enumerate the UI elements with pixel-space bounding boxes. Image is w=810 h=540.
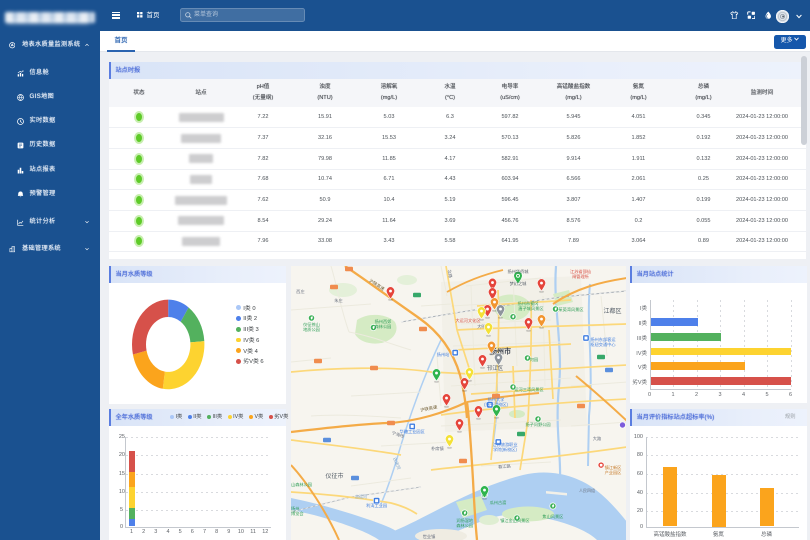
svg-text:江都区: 江都区 (603, 307, 621, 315)
svg-text:吉运河: 吉运河 (355, 493, 367, 499)
svg-text:扬子问野公园: 扬子问野公园 (525, 421, 550, 428)
svg-text:朱庄: 朱庄 (334, 297, 342, 304)
svg-text:大路: 大路 (592, 435, 601, 442)
svg-text:产业园区: 产业园区 (604, 469, 621, 476)
svg-text:何园: 何园 (529, 356, 537, 363)
svg-text:大运河文化区: 大运河文化区 (455, 317, 480, 324)
svg-text:镇江金山风景区: 镇江金山风景区 (500, 517, 529, 524)
svg-text:朴席镇: 朴席镇 (431, 445, 444, 452)
svg-text:地质公园: 地质公园 (303, 326, 320, 333)
svg-text:枢纽交通中心: 枢纽交通中心 (590, 341, 616, 348)
svg-text:邗江区: 邗江区 (486, 364, 503, 372)
svg-text:博览会: 博览会 (291, 510, 304, 517)
svg-text:学院(新校区): 学院(新校区) (493, 446, 517, 453)
svg-text:瓜州古渡: 瓜州古渡 (489, 499, 507, 506)
svg-text:闸管理所: 闸管理所 (572, 273, 589, 280)
svg-text:森林公园: 森林公园 (456, 522, 473, 529)
svg-text:利涛工业园: 利涛工业园 (366, 502, 387, 509)
svg-text:森林公园: 森林公园 (374, 323, 391, 330)
svg-text:运河三湾风景区: 运河三湾风景区 (514, 386, 543, 393)
svg-text:茱萸湾风景区: 茱萸湾风景区 (558, 306, 583, 313)
svg-text:唐子城风景区: 唐子城风景区 (518, 305, 543, 312)
svg-text:扬州站: 扬州站 (436, 351, 449, 358)
svg-text:扬州华侨城: 扬州华侨城 (507, 268, 529, 275)
svg-text:山森林公园: 山森林公园 (291, 481, 312, 488)
svg-text:世业镇: 世业镇 (422, 533, 435, 540)
svg-text:人民四组: 人民四组 (579, 487, 595, 493)
svg-text:仪征市: 仪征市 (325, 472, 343, 480)
svg-text:西庄: 西庄 (296, 288, 304, 295)
svg-text:焦山风景区: 焦山风景区 (542, 513, 563, 520)
svg-text:梦幻之城: 梦幻之城 (509, 280, 527, 287)
